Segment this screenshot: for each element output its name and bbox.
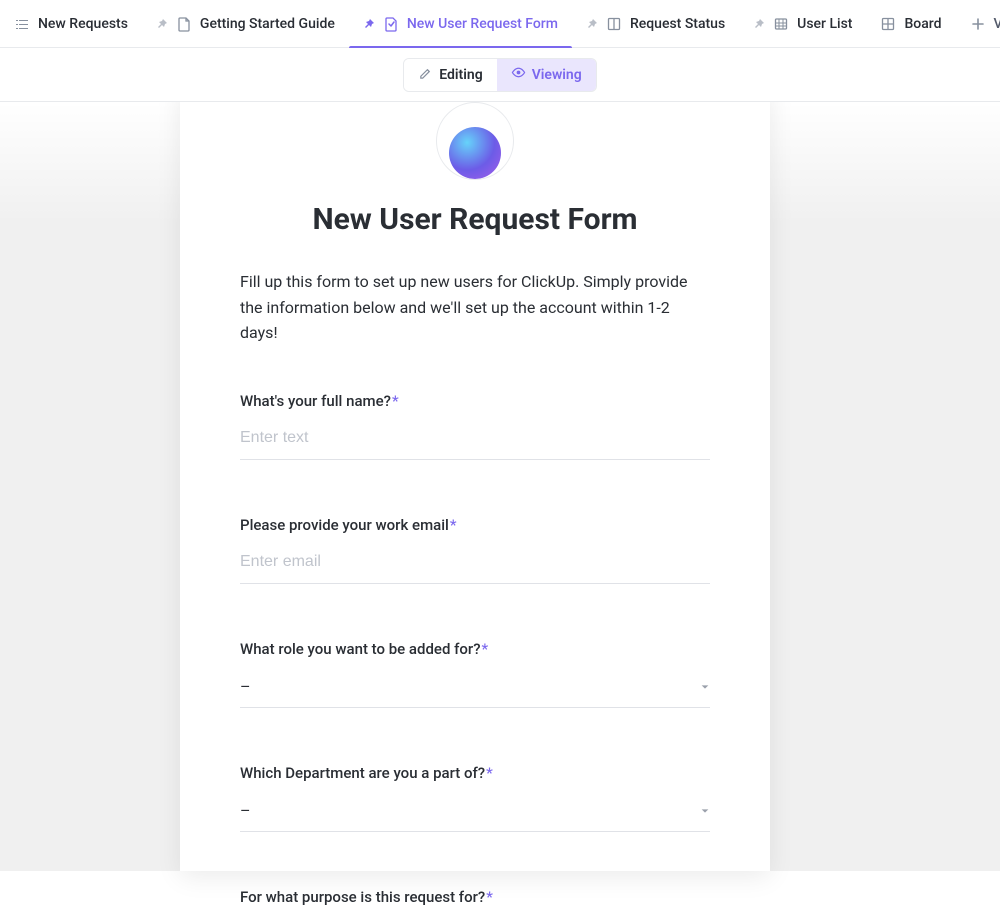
plus-icon xyxy=(970,16,986,32)
eye-icon xyxy=(511,65,526,84)
tab-new-requests[interactable]: New Requests xyxy=(0,0,142,48)
editing-button[interactable]: Editing xyxy=(404,59,496,91)
work-email-input[interactable] xyxy=(240,542,710,584)
tab-request-status[interactable]: Request Status xyxy=(572,0,739,48)
field-full-name: What's your full name?* xyxy=(240,392,710,460)
tab-label: New User Request Form xyxy=(407,16,558,32)
tab-label: Request Status xyxy=(630,16,725,32)
chevron-down-icon xyxy=(700,677,710,696)
full-name-input[interactable] xyxy=(240,418,710,460)
tab-label: Getting Started Guide xyxy=(200,16,335,32)
mode-toggle: Editing Viewing xyxy=(403,58,596,92)
required-marker: * xyxy=(486,764,493,782)
tab-user-list[interactable]: User List xyxy=(739,0,866,48)
list-icon xyxy=(14,16,30,32)
form-avatar xyxy=(436,102,514,180)
form-fields: What's your full name?* Please provide y… xyxy=(180,392,770,906)
chevron-down-icon xyxy=(700,801,710,820)
form-description: Fill up this form to set up new users fo… xyxy=(240,269,710,346)
add-view-label: View xyxy=(994,16,1000,32)
required-marker: * xyxy=(450,516,457,534)
required-marker: * xyxy=(392,392,399,410)
content-area: New User Request Form Fill up this form … xyxy=(0,102,1000,871)
tab-label: Board xyxy=(904,16,941,32)
field-label: Please provide your work email* xyxy=(240,516,710,534)
field-label: What role you want to be added for?* xyxy=(240,640,710,658)
avatar-orb-icon xyxy=(449,127,501,179)
field-label: For what purpose is this request for?* xyxy=(240,888,710,906)
view-tabs: New Requests Getting Started Guide New U… xyxy=(0,0,1000,48)
editing-label: Editing xyxy=(439,67,482,83)
tab-getting-started[interactable]: Getting Started Guide xyxy=(142,0,349,48)
field-department: Which Department are you a part of?* – xyxy=(240,764,710,832)
pin-icon xyxy=(753,16,769,32)
select-value: – xyxy=(240,677,251,696)
viewing-button[interactable]: Viewing xyxy=(497,59,596,91)
doc-icon xyxy=(176,16,192,32)
field-role: What role you want to be added for?* – xyxy=(240,640,710,708)
pin-icon xyxy=(363,16,379,32)
add-view-button[interactable]: View xyxy=(956,0,1000,48)
field-label: Which Department are you a part of?* xyxy=(240,764,710,782)
tab-label: New Requests xyxy=(38,16,128,32)
required-marker: * xyxy=(482,640,489,658)
board-icon xyxy=(880,16,896,32)
board-icon xyxy=(606,16,622,32)
department-select[interactable]: – xyxy=(240,790,710,832)
pin-icon xyxy=(156,16,172,32)
tab-new-user-request-form[interactable]: New User Request Form xyxy=(349,0,572,48)
form-icon xyxy=(383,16,399,32)
form-card: New User Request Form Fill up this form … xyxy=(180,82,770,871)
field-work-email: Please provide your work email* xyxy=(240,516,710,584)
viewing-label: Viewing xyxy=(532,67,582,83)
role-select[interactable]: – xyxy=(240,666,710,708)
field-label: What's your full name?* xyxy=(240,392,710,410)
required-marker: * xyxy=(486,888,493,906)
pencil-icon xyxy=(418,65,433,84)
form-title: New User Request Form xyxy=(180,202,770,237)
field-purpose: For what purpose is this request for?* xyxy=(240,888,710,906)
tab-label: User List xyxy=(797,16,852,32)
select-value: – xyxy=(240,801,251,820)
tab-board[interactable]: Board xyxy=(866,0,955,48)
mode-toggle-row: Editing Viewing xyxy=(0,48,1000,102)
pin-icon xyxy=(586,16,602,32)
table-icon xyxy=(773,16,789,32)
